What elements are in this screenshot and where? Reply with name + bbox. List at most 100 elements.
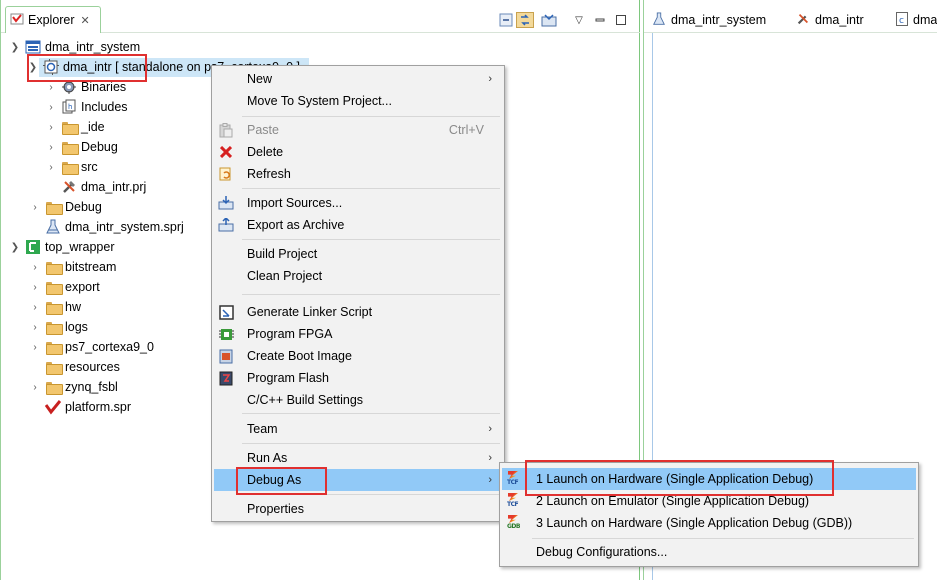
tree-item-zynq-fsbl[interactable]: › zynq_fsbl: [29, 377, 118, 397]
expand-chevron-icon[interactable]: ›: [45, 101, 57, 113]
menu-separator: [242, 116, 500, 117]
menu-item-new[interactable]: New ›: [214, 68, 502, 90]
tree-item-resources[interactable]: resources: [45, 357, 120, 377]
expand-chevron-icon[interactable]: ›: [45, 161, 57, 173]
menu-item-generate-linker-script[interactable]: Generate Linker Script: [214, 301, 502, 323]
tree-item-label: export: [65, 280, 100, 294]
tree-item-label: src: [81, 160, 98, 174]
context-menu: New › Move To System Project... Paste Ct…: [211, 65, 505, 522]
menu-item-label: New: [247, 72, 273, 86]
expand-chevron-icon[interactable]: ›: [45, 121, 57, 133]
view-menu-icon[interactable]: ▽: [570, 12, 588, 28]
tree-item-sprj-file[interactable]: dma_intr_system.sprj: [45, 217, 184, 237]
tree-item-export[interactable]: › export: [29, 277, 100, 297]
debug-as-submenu: TCF 1 Launch on Hardware (Single Applica…: [499, 462, 919, 567]
tree-item-dma-intr-system[interactable]: ❯ dma_intr_system: [9, 37, 140, 57]
tree-item-hw[interactable]: › hw: [29, 297, 81, 317]
tree-item-label: Binaries: [81, 80, 127, 94]
menu-item-launch-on-hardware[interactable]: TCF 1 Launch on Hardware (Single Applica…: [502, 468, 916, 490]
expand-chevron-icon[interactable]: ›: [29, 261, 41, 273]
expand-chevron-icon[interactable]: ›: [29, 341, 41, 353]
tree-item-bitstream[interactable]: › bitstream: [29, 257, 116, 277]
tree-item-top-wrapper[interactable]: ❯ top_wrapper: [9, 237, 115, 257]
minimize-icon[interactable]: [591, 12, 609, 28]
expand-chevron-icon[interactable]: ›: [29, 381, 41, 393]
menu-item-build-settings[interactable]: C/C++ Build Settings: [214, 389, 502, 411]
menu-item-move-to-system-project[interactable]: Move To System Project...: [214, 90, 502, 112]
program-fpga-icon: [218, 326, 234, 342]
menu-item-label: Run As: [247, 451, 288, 465]
menu-item-label: Build Project: [247, 247, 318, 261]
explorer-tab-bar: Explorer ✕ ▽: [1, 0, 640, 33]
explorer-view-icon: [10, 12, 24, 29]
expand-chevron-icon[interactable]: ❯: [9, 241, 21, 253]
filter-icon[interactable]: [540, 12, 558, 28]
tree-item-includes[interactable]: › h Includes: [45, 97, 128, 117]
submenu-arrow-icon: ›: [488, 452, 492, 464]
menu-separator: [242, 239, 500, 240]
tree-item-label: logs: [65, 320, 88, 334]
menu-item-label: Clean Project: [247, 269, 323, 283]
platform-project-icon: [25, 239, 41, 255]
editor-tab-dma-intr[interactable]: dma_intr: [796, 8, 864, 32]
link-with-editor-icon[interactable]: [516, 12, 534, 28]
expand-chevron-icon[interactable]: ›: [45, 81, 57, 93]
menu-item-properties[interactable]: Properties: [214, 498, 502, 520]
explorer-tab[interactable]: Explorer ✕: [5, 6, 101, 33]
export-icon: [218, 217, 234, 233]
menu-item-label: Debug Configurations...: [536, 545, 668, 559]
menu-item-launch-on-hardware-gdb[interactable]: GDB 3 Launch on Hardware (Single Applica…: [502, 512, 916, 534]
tree-item-debug-folder[interactable]: › Debug: [45, 137, 118, 157]
tree-item-platform-spr[interactable]: platform.spr: [45, 397, 131, 417]
editor-tab-dma[interactable]: c dma: [896, 8, 937, 32]
tree-item-ide-folder[interactable]: › _ide: [45, 117, 105, 137]
menu-item-import-sources[interactable]: Import Sources...: [214, 192, 502, 214]
menu-item-build-project[interactable]: Build Project: [214, 243, 502, 265]
menu-item-debug-as[interactable]: Debug As ›: [214, 469, 502, 491]
tree-item-label: top_wrapper: [45, 240, 115, 254]
refresh-icon: [218, 166, 234, 182]
tree-item-binaries[interactable]: › Binaries: [45, 77, 126, 97]
menu-item-debug-configurations[interactable]: Debug Configurations...: [502, 541, 916, 563]
menu-item-clean-project[interactable]: Clean Project: [214, 265, 502, 287]
tree-item-src-folder[interactable]: › src: [45, 157, 98, 177]
menu-item-program-flash[interactable]: Program Flash: [214, 367, 502, 389]
menu-item-refresh[interactable]: Refresh: [214, 163, 502, 185]
expand-chevron-icon[interactable]: ›: [29, 201, 41, 213]
menu-item-delete[interactable]: Delete: [214, 141, 502, 163]
tcf-icon: TCF: [506, 471, 522, 487]
svg-text:c: c: [899, 16, 904, 26]
gdb-icon: GDB: [506, 515, 522, 531]
collapse-all-icon[interactable]: [497, 12, 515, 28]
spr-file-icon: [45, 399, 61, 415]
menu-separator: [532, 538, 914, 539]
expand-chevron-icon[interactable]: ❯: [27, 61, 39, 73]
maximize-icon[interactable]: [612, 12, 630, 28]
menu-item-create-boot-image[interactable]: Create Boot Image: [214, 345, 502, 367]
menu-item-label: Generate Linker Script: [247, 305, 373, 319]
expand-chevron-icon[interactable]: ❯: [9, 41, 21, 53]
menu-item-paste[interactable]: Paste Ctrl+V: [214, 119, 502, 141]
tree-item-ps7-cortexa9[interactable]: › ps7_cortexa9_0: [29, 337, 154, 357]
tree-item-label: dma_intr_system: [45, 40, 141, 54]
tree-item-dma-intr-prj[interactable]: dma_intr.prj: [61, 177, 146, 197]
close-tab-icon[interactable]: ✕: [81, 14, 90, 27]
tree-item-logs[interactable]: › logs: [29, 317, 88, 337]
expand-chevron-icon[interactable]: ›: [29, 281, 41, 293]
menu-item-export-as-archive[interactable]: Export as Archive: [214, 214, 502, 236]
menu-item-run-as[interactable]: Run As ›: [214, 447, 502, 469]
folder-icon: [61, 159, 79, 175]
linker-script-icon: [218, 304, 234, 320]
menu-item-label: Program Flash: [247, 371, 329, 385]
expand-chevron-icon[interactable]: ›: [29, 321, 41, 333]
menu-item-program-fpga[interactable]: Program FPGA: [214, 323, 502, 345]
svg-text:h: h: [68, 103, 72, 111]
expand-chevron-icon[interactable]: ›: [29, 301, 41, 313]
menu-item-label: Delete: [247, 145, 284, 159]
expand-chevron-icon[interactable]: ›: [45, 141, 57, 153]
tree-item-label: _ide: [81, 120, 105, 134]
menu-item-team[interactable]: Team ›: [214, 418, 502, 440]
menu-item-launch-on-emulator[interactable]: TCF 2 Launch on Emulator (Single Applica…: [502, 490, 916, 512]
editor-tab-dma-intr-system[interactable]: dma_intr_system: [652, 8, 766, 32]
tree-item-debug-folder-2[interactable]: › Debug: [29, 197, 102, 217]
